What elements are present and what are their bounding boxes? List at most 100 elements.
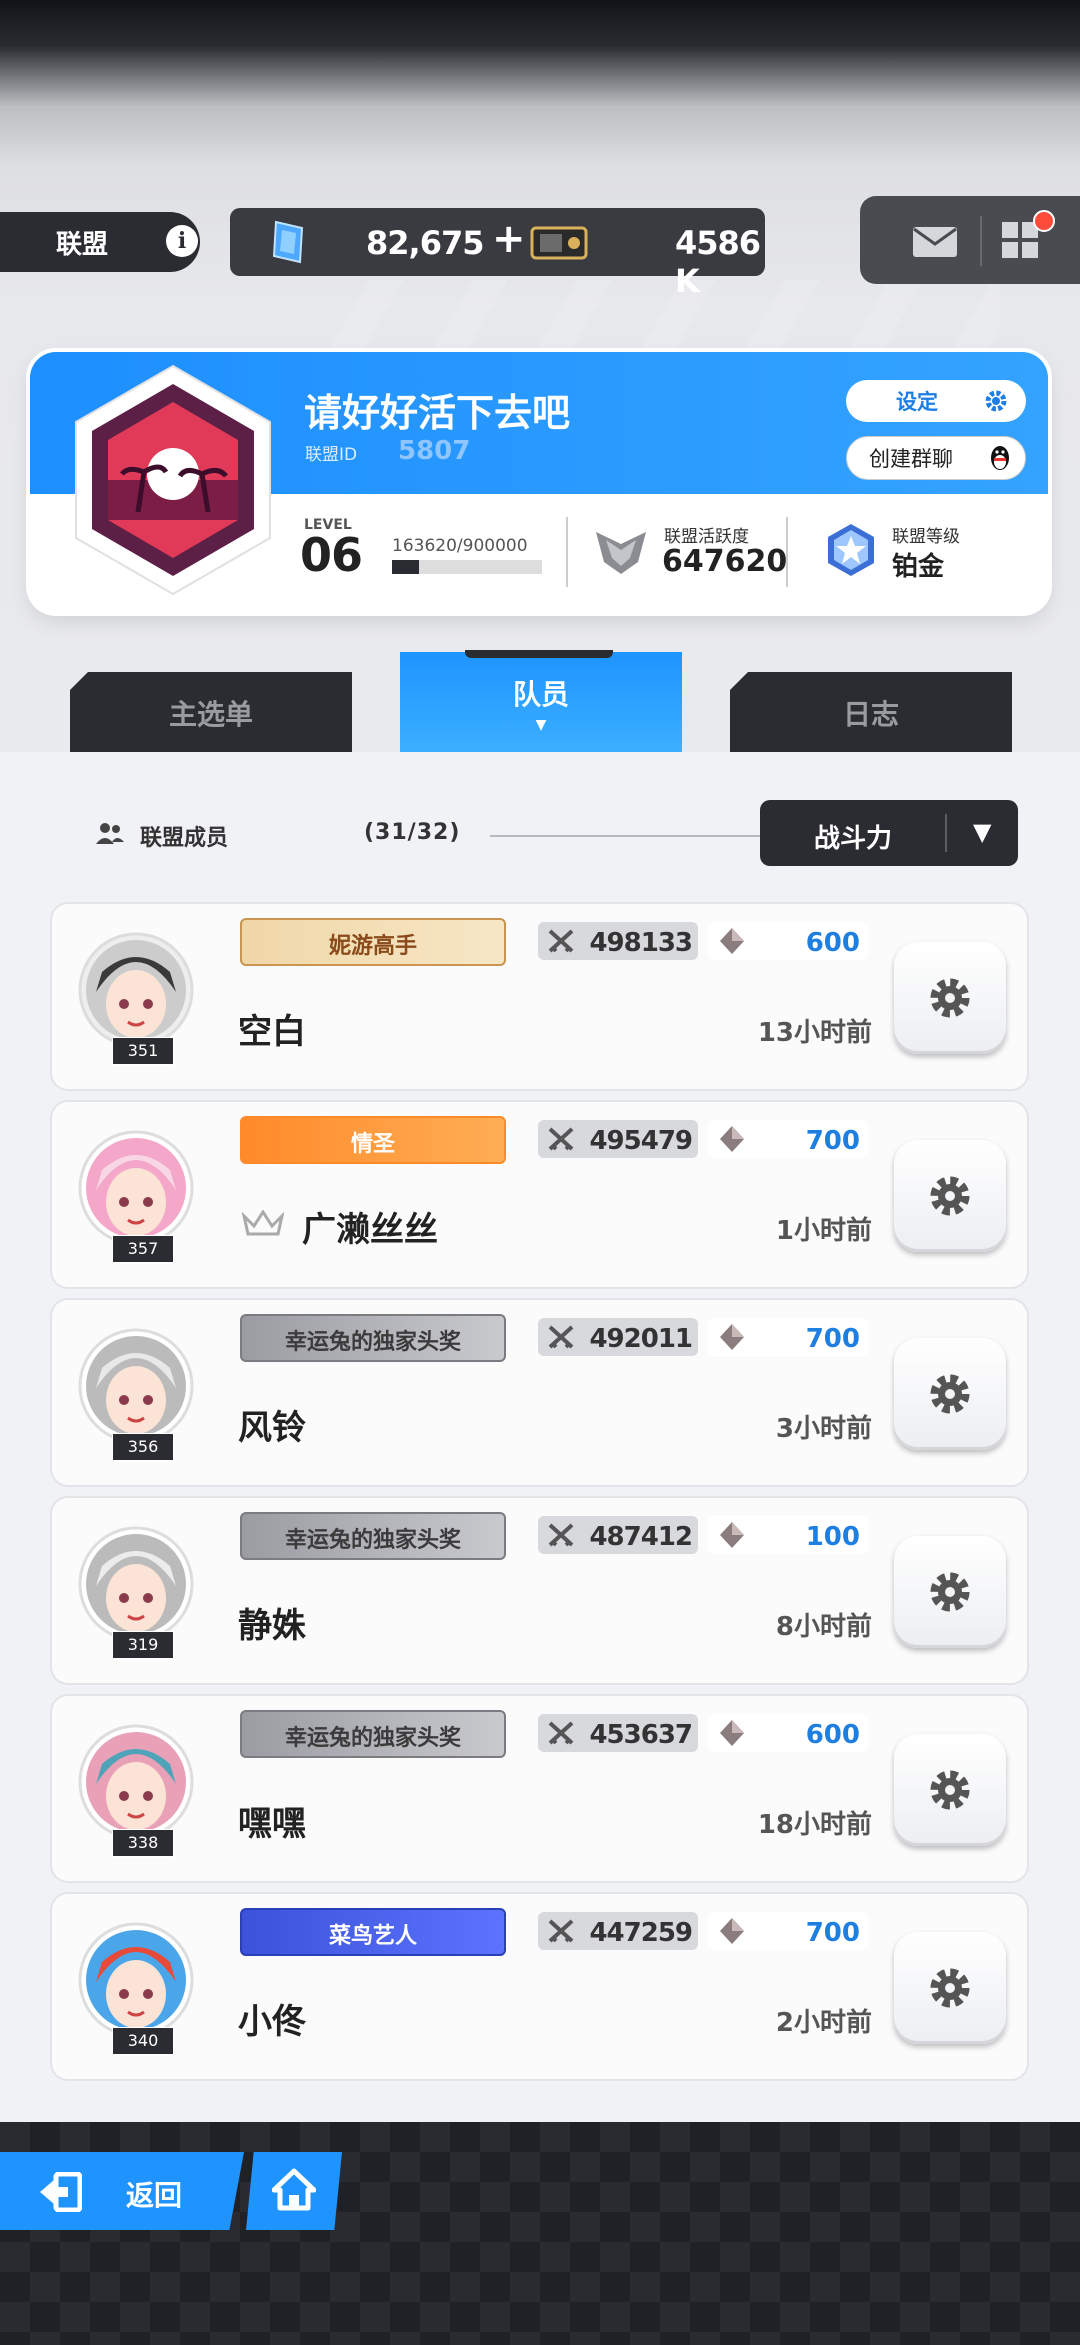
member-settings-button[interactable] [894, 1734, 1006, 1846]
info-icon[interactable]: i [166, 225, 198, 257]
exp-text: 163620/900000 [392, 536, 528, 556]
ticket-icon [530, 226, 588, 260]
alliance-label: 联盟 [56, 229, 109, 260]
exp-progress-bar [392, 560, 542, 574]
member-title-badge: 情圣 [240, 1116, 506, 1164]
back-label: 返回 [126, 2179, 183, 2212]
crossed-swords-icon [548, 1325, 574, 1349]
diamond-icon [720, 1918, 744, 1944]
combat-power-value: 495479 [589, 1126, 693, 1156]
crossed-swords-icon [548, 1919, 574, 1943]
member-name: 风铃 [238, 1408, 306, 1448]
tab-log[interactable]: 日志 [730, 672, 1012, 754]
divider [980, 216, 982, 266]
contribution: 600 [708, 1714, 868, 1752]
member-title: 幸运兔的独家头奖 [284, 1726, 461, 1751]
divider-line [490, 835, 765, 837]
crown-icon [242, 1210, 284, 1236]
guild-name: 请好好活下去吧 [304, 391, 571, 435]
gem-value: 82,675 [366, 224, 484, 262]
tab-label: 主选单 [168, 698, 253, 731]
last-online-time: 1小时前 [775, 1216, 872, 1246]
contribution-value: 700 [805, 1324, 860, 1354]
member-name: 静姝 [238, 1606, 306, 1646]
gear-icon [930, 978, 970, 1018]
currency-bar: 82,675 + 4586 K [230, 208, 765, 300]
member-row[interactable]: 356 幸运兔的独家头奖 492011 700 风铃 3小时前 [52, 1300, 1027, 1485]
member-title: 情圣 [350, 1132, 395, 1157]
divider [945, 814, 947, 852]
member-row[interactable]: 351 妮游高手 498133 600 空白 13小时前 [52, 904, 1027, 1089]
tab-label: 队员 [512, 678, 569, 711]
member-row[interactable]: 340 菜鸟艺人 447259 700 小佟 2小时前 [52, 1894, 1027, 2079]
gear-icon [930, 1770, 970, 1810]
member-name: 广濑丝丝 [302, 1210, 438, 1250]
diamond-icon [720, 928, 744, 954]
member-name: 小佟 [238, 2002, 306, 2042]
tab-notch [465, 650, 613, 658]
member-settings-button[interactable] [894, 942, 1006, 1054]
member-level-badge: 319 [112, 1631, 174, 1659]
member-title: 幸运兔的独家头奖 [284, 1330, 461, 1355]
member-name: 嘿嘿 [238, 1804, 306, 1844]
guild-info-card: 请好好活下去吧 联盟ID 5807 设定 创建群聊 LEVEL 06 16362… [30, 352, 1048, 612]
combat-power: 492011 [538, 1318, 698, 1356]
member-title-badge: 幸运兔的独家头奖 [240, 1710, 506, 1758]
contribution: 700 [708, 1120, 868, 1158]
member-level-badge: 340 [112, 2027, 174, 2055]
guild-emblem [75, 364, 271, 596]
back-button[interactable]: 返回 [0, 2152, 244, 2230]
contribution-value: 100 [805, 1522, 860, 1552]
member-settings-button[interactable] [894, 1338, 1006, 1450]
member-row[interactable]: 357 情圣 495479 700 广濑丝丝 1小时前 [52, 1102, 1027, 1287]
member-title: 妮游高手 [328, 934, 417, 959]
combat-power-value: 447259 [589, 1918, 693, 1948]
member-settings-button[interactable] [894, 1536, 1006, 1648]
combat-power-value: 492011 [589, 1324, 693, 1354]
settings-label: 设定 [896, 390, 938, 414]
contribution: 600 [708, 922, 868, 960]
diamond-icon [720, 1324, 744, 1350]
member-settings-button[interactable] [894, 1932, 1006, 2044]
diamond-icon [720, 1720, 744, 1746]
divider [786, 517, 788, 587]
member-level-badge: 356 [112, 1433, 174, 1461]
member-level-badge: 357 [112, 1235, 174, 1263]
sort-dropdown[interactable]: 战斗力 ▼ [760, 800, 1018, 866]
chevron-down-icon: ▼ [973, 818, 992, 846]
mail-icon[interactable] [912, 226, 958, 258]
member-settings-button[interactable] [894, 1140, 1006, 1252]
combat-power: 495479 [538, 1120, 698, 1158]
create-group-chat-button[interactable]: 创建群聊 [846, 436, 1026, 480]
home-button[interactable] [246, 2152, 342, 2230]
crossed-swords-icon [548, 1523, 574, 1547]
guild-id-label: 联盟ID [305, 445, 358, 465]
settings-button[interactable]: 设定 [846, 380, 1026, 422]
member-title-badge: 幸运兔的独家头奖 [240, 1314, 506, 1362]
member-level-badge: 351 [112, 1037, 174, 1065]
last-online-time: 13小时前 [757, 1018, 872, 1048]
member-row[interactable]: 319 幸运兔的独家头奖 487412 100 静姝 8小时前 [52, 1498, 1027, 1683]
gem-icon [272, 220, 304, 264]
combat-power: 453637 [538, 1714, 698, 1752]
contribution: 700 [708, 1912, 868, 1950]
exp-progress-fill [392, 560, 419, 574]
tab-members[interactable]: 队员 ▼ [400, 652, 682, 754]
divider [566, 517, 568, 587]
member-title-badge: 妮游高手 [240, 918, 506, 966]
tab-main-menu[interactable]: 主选单 [70, 672, 352, 754]
gear-icon [930, 1374, 970, 1414]
add-gem-button[interactable]: + [492, 216, 526, 262]
contribution-value: 700 [805, 1126, 860, 1156]
contribution: 700 [708, 1318, 868, 1356]
contribution-value: 600 [805, 928, 860, 958]
members-count: (31/32) [364, 820, 461, 845]
member-title-badge: 菜鸟艺人 [240, 1908, 506, 1956]
member-row[interactable]: 338 幸运兔的独家头奖 453637 600 嘿嘿 18小时前 [52, 1696, 1027, 1881]
caret-down-icon: ▼ [535, 717, 547, 733]
member-title-badge: 幸运兔的独家头奖 [240, 1512, 506, 1560]
ticket-value: 4586 K [675, 224, 761, 300]
combat-power-value: 453637 [589, 1720, 693, 1750]
guild-id-value: 5807 [398, 436, 471, 466]
member-title: 菜鸟艺人 [328, 1924, 417, 1949]
